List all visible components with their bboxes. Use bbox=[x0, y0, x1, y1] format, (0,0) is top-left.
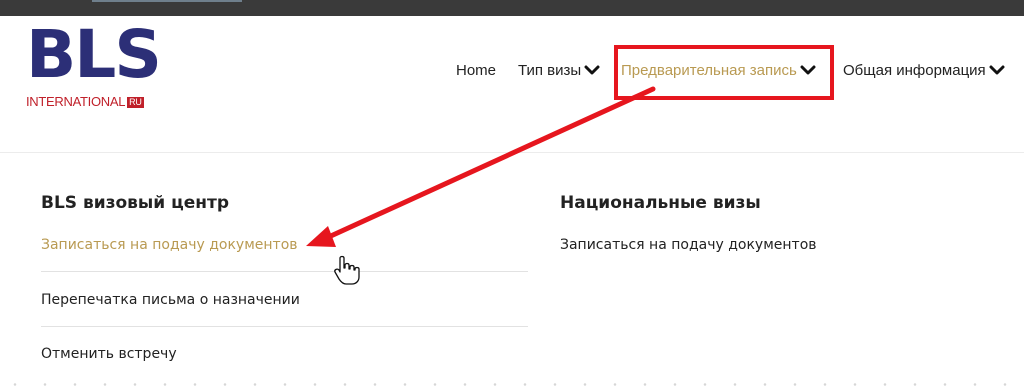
nav-visa-type-label: Тип визы bbox=[518, 62, 582, 79]
menu-separator bbox=[41, 271, 528, 272]
logo-subtitle: INTERNATIONAL RU bbox=[26, 94, 144, 109]
logo-subtitle-text: INTERNATIONAL bbox=[26, 94, 126, 109]
menu-left-title: BLS визовый центр bbox=[41, 193, 230, 213]
nav-home[interactable]: Home bbox=[456, 62, 496, 79]
main-nav: Home Тип визы Предварительная запись Общ… bbox=[0, 62, 1024, 82]
nav-visa-type[interactable]: Тип визы bbox=[518, 62, 600, 79]
chevron-down-icon bbox=[989, 65, 1005, 75]
menu-left-item-reprint-letter[interactable]: Перепечатка письма о назначении bbox=[41, 292, 300, 308]
logo-ru-badge: RU bbox=[127, 97, 144, 108]
nav-home-label: Home bbox=[456, 62, 497, 79]
menu-left-item-book-submission[interactable]: Записаться на подачу документов bbox=[41, 237, 298, 253]
browser-top-bar bbox=[0, 0, 1024, 16]
header-divider bbox=[0, 152, 1024, 153]
menu-right-title: Национальные визы bbox=[560, 193, 761, 213]
menu-right-item-book-submission[interactable]: Записаться на подачу документов bbox=[560, 237, 817, 253]
top-bar-tab-indicator bbox=[92, 0, 242, 2]
annotation-highlight-box bbox=[614, 45, 834, 100]
nav-general-info[interactable]: Общая информация bbox=[843, 62, 1005, 79]
nav-general-info-label: Общая информация bbox=[843, 62, 986, 79]
chevron-down-icon bbox=[584, 65, 600, 75]
menu-separator bbox=[41, 326, 528, 327]
annotation-arrow bbox=[306, 86, 656, 247]
bottom-dotted-divider bbox=[0, 383, 1024, 386]
menu-left-item-cancel-appointment[interactable]: Отменить встречу bbox=[41, 346, 177, 362]
